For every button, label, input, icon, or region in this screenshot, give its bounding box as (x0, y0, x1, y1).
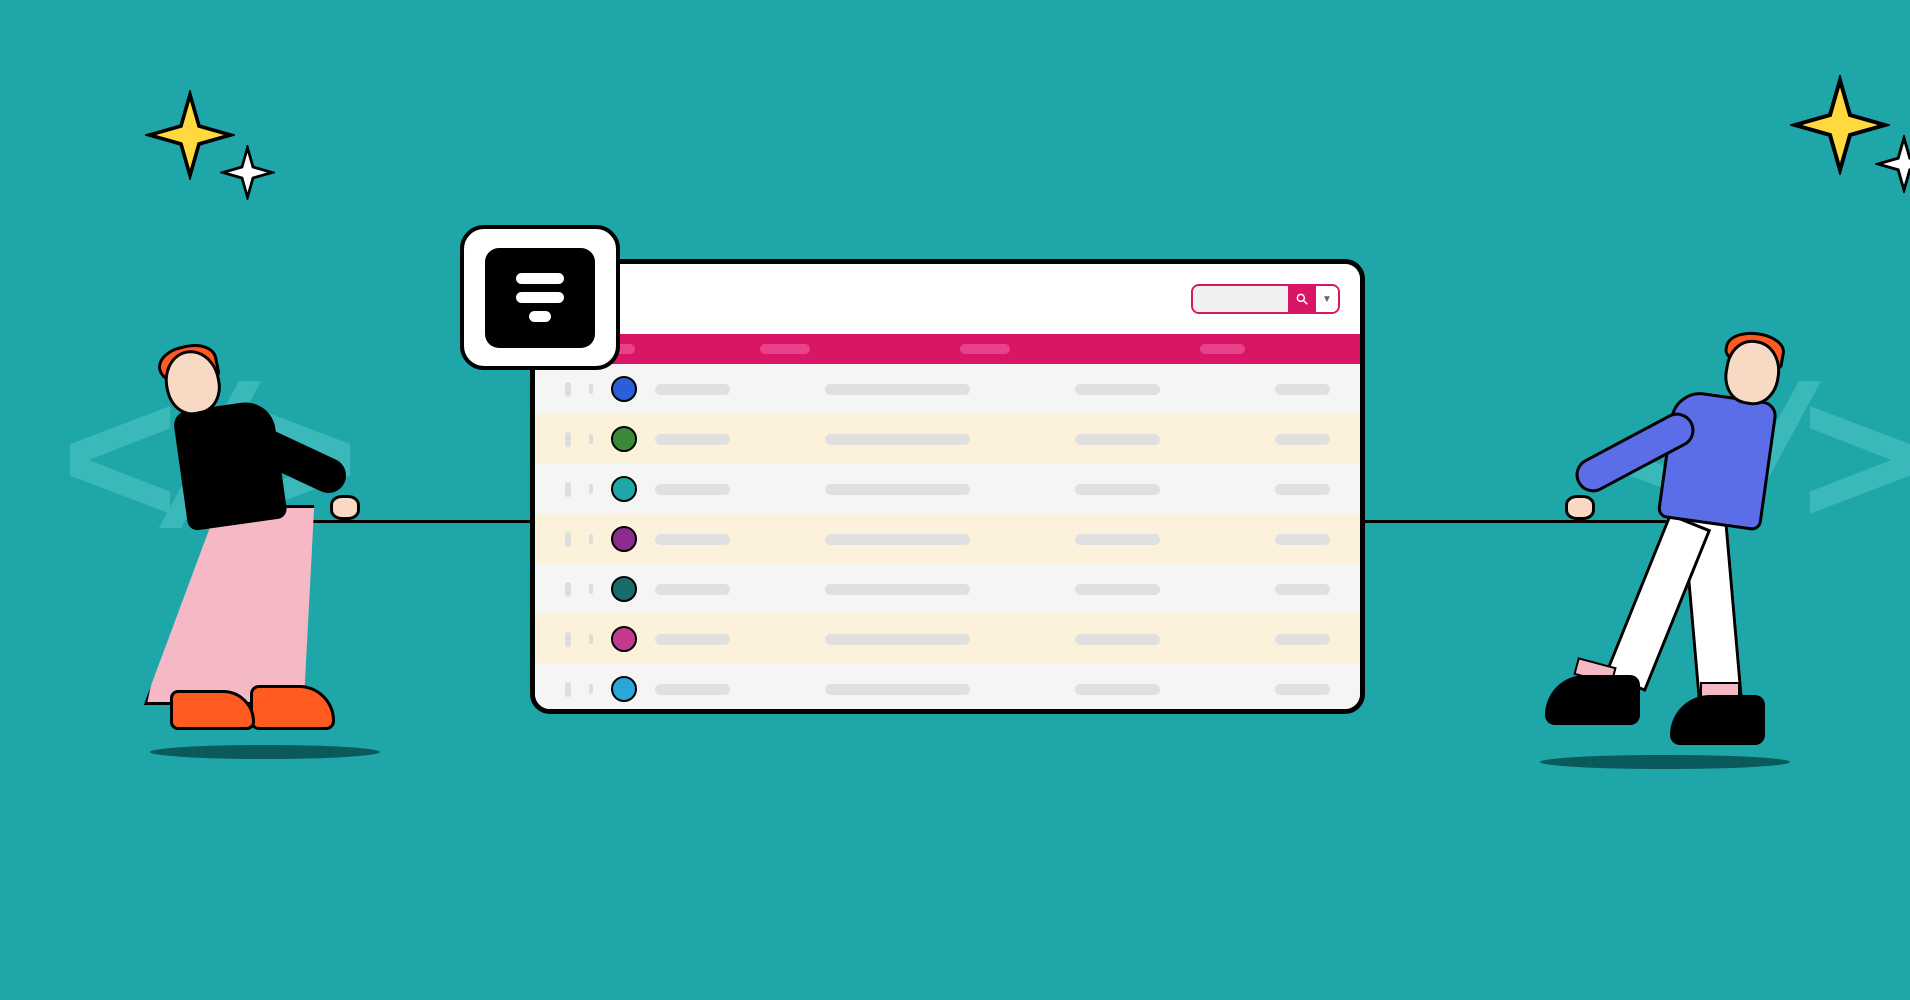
search-button[interactable] (1288, 286, 1316, 312)
cell-placeholder (1075, 684, 1160, 695)
cell-placeholder (825, 584, 970, 595)
cell-placeholder (825, 684, 970, 695)
table-row[interactable] (535, 614, 1360, 664)
app-logo-badge (460, 225, 620, 370)
cell-placeholder (825, 484, 970, 495)
row-checkbox[interactable] (565, 682, 571, 697)
row-checkbox[interactable] (565, 382, 571, 397)
column-header (760, 344, 810, 354)
cell-placeholder (655, 534, 730, 545)
avatar (611, 526, 637, 552)
search-input[interactable] (1193, 286, 1288, 312)
cell-placeholder (1275, 584, 1330, 595)
cell-placeholder (655, 384, 730, 395)
cell-placeholder (825, 434, 970, 445)
star-icon (220, 145, 275, 200)
cell-placeholder (655, 634, 730, 645)
row-number (589, 434, 593, 444)
browser-toolbar: ▼ (535, 264, 1360, 334)
row-checkbox[interactable] (565, 482, 571, 497)
cell-placeholder (825, 384, 970, 395)
app-logo-icon (485, 248, 595, 348)
avatar (611, 426, 637, 452)
table-row[interactable] (535, 564, 1360, 614)
row-checkbox[interactable] (565, 582, 571, 597)
column-header (1200, 344, 1245, 354)
table-row[interactable] (535, 364, 1360, 414)
table-header (535, 334, 1360, 364)
row-number (589, 684, 593, 694)
star-icon (1875, 135, 1910, 193)
avatar (611, 376, 637, 402)
row-number (589, 584, 593, 594)
cell-placeholder (1075, 534, 1160, 545)
search-icon (1295, 292, 1309, 306)
cell-placeholder (1275, 484, 1330, 495)
row-number (589, 384, 593, 394)
search-box[interactable]: ▼ (1191, 284, 1340, 314)
cell-placeholder (1275, 684, 1330, 695)
cell-placeholder (655, 484, 730, 495)
person-left (130, 350, 410, 750)
table-body (535, 364, 1360, 714)
row-checkbox[interactable] (565, 632, 571, 647)
cell-placeholder (655, 434, 730, 445)
search-dropdown[interactable]: ▼ (1316, 286, 1338, 312)
cell-placeholder (1075, 484, 1160, 495)
table-row[interactable] (535, 514, 1360, 564)
cell-placeholder (655, 684, 730, 695)
row-number (589, 634, 593, 644)
row-number (589, 534, 593, 544)
cell-placeholder (1275, 534, 1330, 545)
cell-placeholder (1275, 434, 1330, 445)
column-header (960, 344, 1010, 354)
cell-placeholder (1275, 634, 1330, 645)
cell-placeholder (1075, 384, 1160, 395)
cell-placeholder (655, 584, 730, 595)
cell-placeholder (825, 534, 970, 545)
cell-placeholder (1075, 634, 1160, 645)
table-row[interactable] (535, 464, 1360, 514)
row-number (589, 484, 593, 494)
browser-window: ▼ (530, 259, 1365, 714)
avatar (611, 676, 637, 702)
avatar (611, 476, 637, 502)
avatar (611, 576, 637, 602)
table-row[interactable] (535, 664, 1360, 714)
cell-placeholder (1075, 584, 1160, 595)
row-checkbox[interactable] (565, 432, 571, 447)
cell-placeholder (1275, 384, 1330, 395)
avatar (611, 626, 637, 652)
cell-placeholder (825, 634, 970, 645)
person-right (1510, 340, 1810, 760)
table-row[interactable] (535, 414, 1360, 464)
row-checkbox[interactable] (565, 532, 571, 547)
cell-placeholder (1075, 434, 1160, 445)
